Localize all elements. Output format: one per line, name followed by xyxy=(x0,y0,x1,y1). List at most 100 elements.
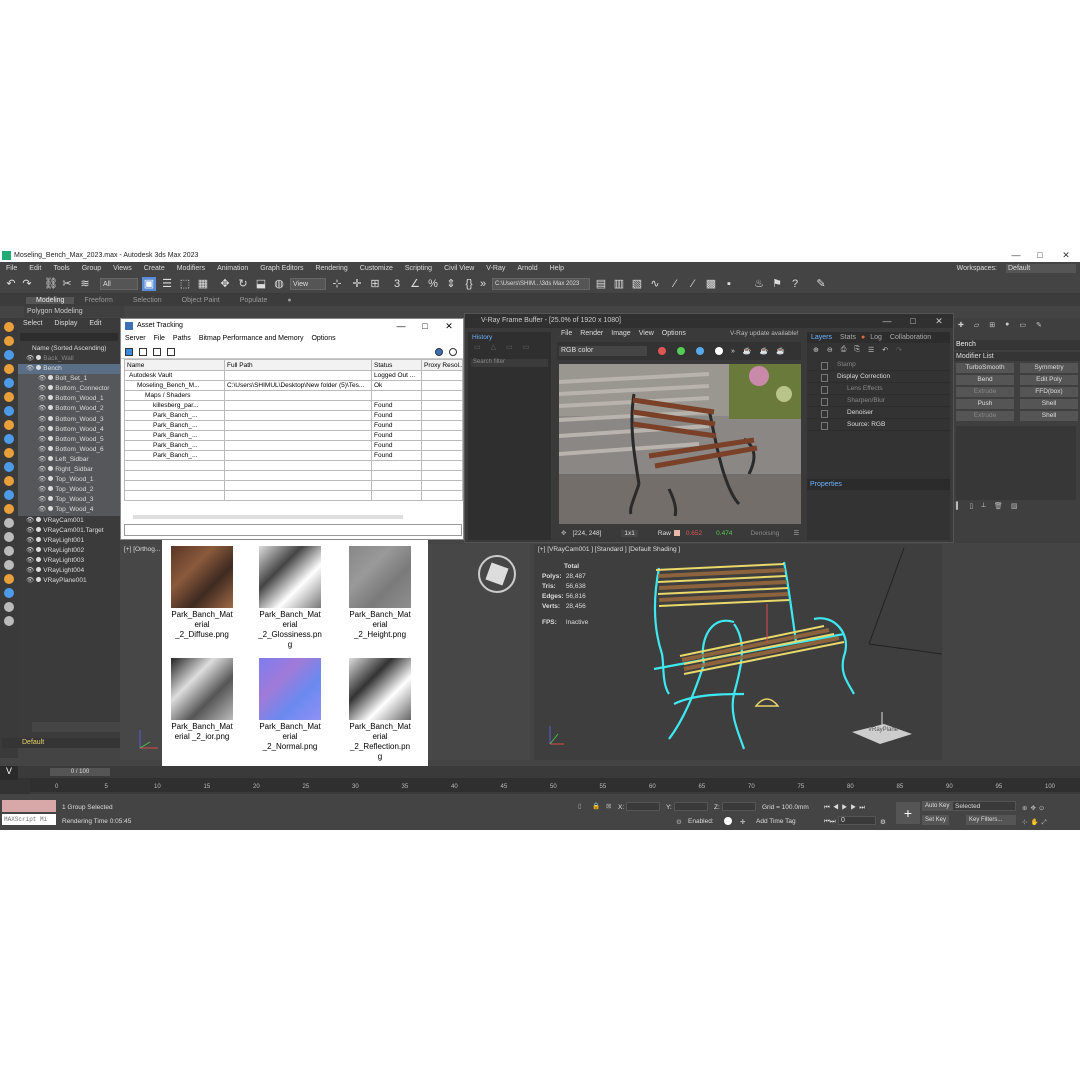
tab-selection[interactable]: Selection xyxy=(123,297,172,304)
tab-select[interactable]: Select xyxy=(18,320,47,327)
visibility-eye-icon[interactable]: 👁 xyxy=(38,385,46,392)
visibility-eye-icon[interactable]: 👁 xyxy=(26,557,34,564)
visibility-eye-icon[interactable]: 👁 xyxy=(26,517,34,524)
absolute-mode-icon[interactable]: ⊠ xyxy=(606,802,611,810)
visibility-eye-icon[interactable]: 👁 xyxy=(38,375,46,382)
shapes-icon[interactable] xyxy=(4,350,14,360)
modifier-button[interactable]: Extrude xyxy=(956,411,1014,421)
tree-view-icon[interactable] xyxy=(167,348,175,356)
scene-item[interactable]: 👁 Top_Wood_2 xyxy=(18,485,120,496)
menu-file[interactable]: File xyxy=(0,265,23,272)
menu-views[interactable]: Views xyxy=(107,265,138,272)
vfb-menu-render[interactable]: Render xyxy=(576,330,607,340)
viewport-vraycam[interactable]: [+] [VRayCam001 ] [Standard ] [Default S… xyxy=(534,544,942,760)
viewcube-icon[interactable] xyxy=(475,552,519,596)
placement-icon[interactable]: ◍ xyxy=(272,277,286,291)
scene-item[interactable]: 👁 VRayCam001.Target xyxy=(18,526,120,536)
xref-filter-icon[interactable] xyxy=(4,588,14,598)
modifier-stack[interactable] xyxy=(956,426,1076,500)
scene-search-input[interactable] xyxy=(20,333,118,341)
asset-row[interactable]: Park_Banch_... Found xyxy=(124,430,463,441)
visibility-eye-icon[interactable]: 👁 xyxy=(38,476,46,483)
rect-selection-icon[interactable]: ⬚ xyxy=(178,277,192,291)
menu-modifiers[interactable]: Modifiers xyxy=(171,265,211,272)
link-icon[interactable]: ⛓ xyxy=(44,277,58,291)
history-label[interactable]: History xyxy=(468,332,551,343)
time-tag-add-icon[interactable]: ✚ xyxy=(740,818,745,826)
at-menu-paths[interactable]: Paths xyxy=(169,333,195,345)
tab-populate[interactable]: Populate xyxy=(230,297,278,304)
maximize-button[interactable]: □ xyxy=(1028,248,1052,262)
menu-group[interactable]: Group xyxy=(76,265,107,272)
window-crossing-icon[interactable]: ▦ xyxy=(196,277,210,291)
edit-named-selection-icon[interactable]: {} xyxy=(462,277,476,291)
render-teapot-icon[interactable]: ☕ xyxy=(743,347,752,355)
scene-item[interactable]: 👁 Left_Sidbar xyxy=(18,454,120,466)
properties-header[interactable]: Properties xyxy=(807,479,950,490)
add-time-tag[interactable]: Add Time Tag xyxy=(756,818,796,825)
pivot-icon[interactable]: ⊹ xyxy=(330,277,344,291)
scene-item[interactable]: 👁 Back_Wall xyxy=(18,354,120,364)
channel-select[interactable]: RGB color xyxy=(559,346,647,356)
zoom-select[interactable]: 1x1 xyxy=(621,529,638,537)
modifier-button[interactable]: Push xyxy=(956,399,1014,409)
more-tools-icon[interactable]: » xyxy=(731,348,735,355)
layer-redo-icon[interactable]: ↷ xyxy=(896,346,902,356)
lock-selection-icon[interactable]: 🔒 xyxy=(592,802,600,810)
pen-icon[interactable]: ✎ xyxy=(814,277,828,291)
create-icon[interactable] xyxy=(4,322,14,332)
create-tab-icon[interactable]: ✚ xyxy=(958,321,964,329)
scene-item[interactable]: 👁 Bottom_Wood_3 xyxy=(18,414,120,425)
at-menu-server[interactable]: Server xyxy=(121,333,150,345)
select-manipulate-icon[interactable]: ✛ xyxy=(350,277,364,291)
navigation-icons-2[interactable]: ⊹✋⤢ xyxy=(1022,818,1050,827)
menu-edit[interactable]: Edit xyxy=(23,265,47,272)
texture-card[interactable]: Park_Banch_Mat erial _2_Glossiness.pn g xyxy=(250,546,330,650)
vfb-menu-options[interactable]: Options xyxy=(658,330,690,340)
display-tab-icon[interactable]: ▭ xyxy=(1019,321,1026,329)
bind-spacewarp-icon[interactable]: ≋ xyxy=(78,277,92,291)
asset-column-header[interactable]: Full Path xyxy=(224,359,372,371)
time-config-icon[interactable]: ⚙ xyxy=(880,818,886,826)
menu-civil-view[interactable]: Civil View xyxy=(438,265,480,272)
visibility-eye-icon[interactable]: 👁 xyxy=(26,567,34,574)
scene-item[interactable]: 👁 Bottom_Wood_5 xyxy=(18,434,120,445)
asset-table-scrollbar[interactable] xyxy=(133,515,403,519)
vray-update-notice[interactable]: V-Ray update available! xyxy=(730,330,799,337)
snaps-toggle-icon[interactable]: 3 xyxy=(390,277,404,291)
playback-controls-icon[interactable]: ⏮◀▶▶⏭ xyxy=(824,804,868,812)
modifier-list-select[interactable]: Modifier List xyxy=(954,352,1080,361)
layer-add-icon[interactable]: ⊕ xyxy=(813,346,819,356)
scene-item[interactable]: 👁 Right_Sidbar xyxy=(18,465,120,476)
warp-filter-icon[interactable] xyxy=(4,560,14,570)
help-icon[interactable] xyxy=(435,348,443,356)
menu-scripting[interactable]: Scripting xyxy=(399,265,438,272)
modifier-button[interactable]: Shell xyxy=(1020,399,1078,409)
history-delete-icon[interactable]: ▭ xyxy=(523,343,530,357)
at-maximize-button[interactable]: □ xyxy=(413,319,437,333)
helpers-icon[interactable] xyxy=(4,392,14,402)
visibility-eye-icon[interactable]: 👁 xyxy=(38,486,46,493)
list-view-icon[interactable] xyxy=(139,348,147,356)
move-icon[interactable]: ✥ xyxy=(218,277,232,291)
scene-item[interactable]: 👁 Bolt_Set_1 xyxy=(18,374,120,385)
asset-column-header[interactable]: Name xyxy=(124,359,225,371)
motion-icon[interactable] xyxy=(4,448,14,458)
ribbon-toggle-icon[interactable]: ● xyxy=(277,297,301,304)
particle-filter-icon[interactable] xyxy=(4,546,14,556)
light-filter-icon[interactable] xyxy=(4,504,14,514)
at-menu-file[interactable]: File xyxy=(150,333,169,345)
vfb-layer-item[interactable]: Lens Effects xyxy=(807,383,950,395)
undo-icon[interactable]: ↶ xyxy=(4,277,18,291)
navigation-icons[interactable]: ⊕✥⊙ xyxy=(1022,804,1047,812)
detail-view-icon[interactable] xyxy=(153,348,161,356)
interactive-render-icon[interactable]: ☕ xyxy=(760,347,769,355)
visibility-eye-icon[interactable]: 👁 xyxy=(38,496,46,503)
tab-layers[interactable]: Layers xyxy=(807,332,836,343)
auto-key-button[interactable]: Auto Key xyxy=(922,801,953,811)
scene-item[interactable]: 👁 Bottom_Wood_6 xyxy=(18,444,120,455)
asset-row[interactable]: Autodesk Vault Logged Out ... xyxy=(124,370,463,381)
select-object-icon[interactable]: ▣ xyxy=(142,277,156,291)
layer-undo-icon[interactable]: ↶ xyxy=(882,346,888,356)
ribbon-polygon-modeling[interactable]: Polygon Modeling xyxy=(24,306,124,317)
